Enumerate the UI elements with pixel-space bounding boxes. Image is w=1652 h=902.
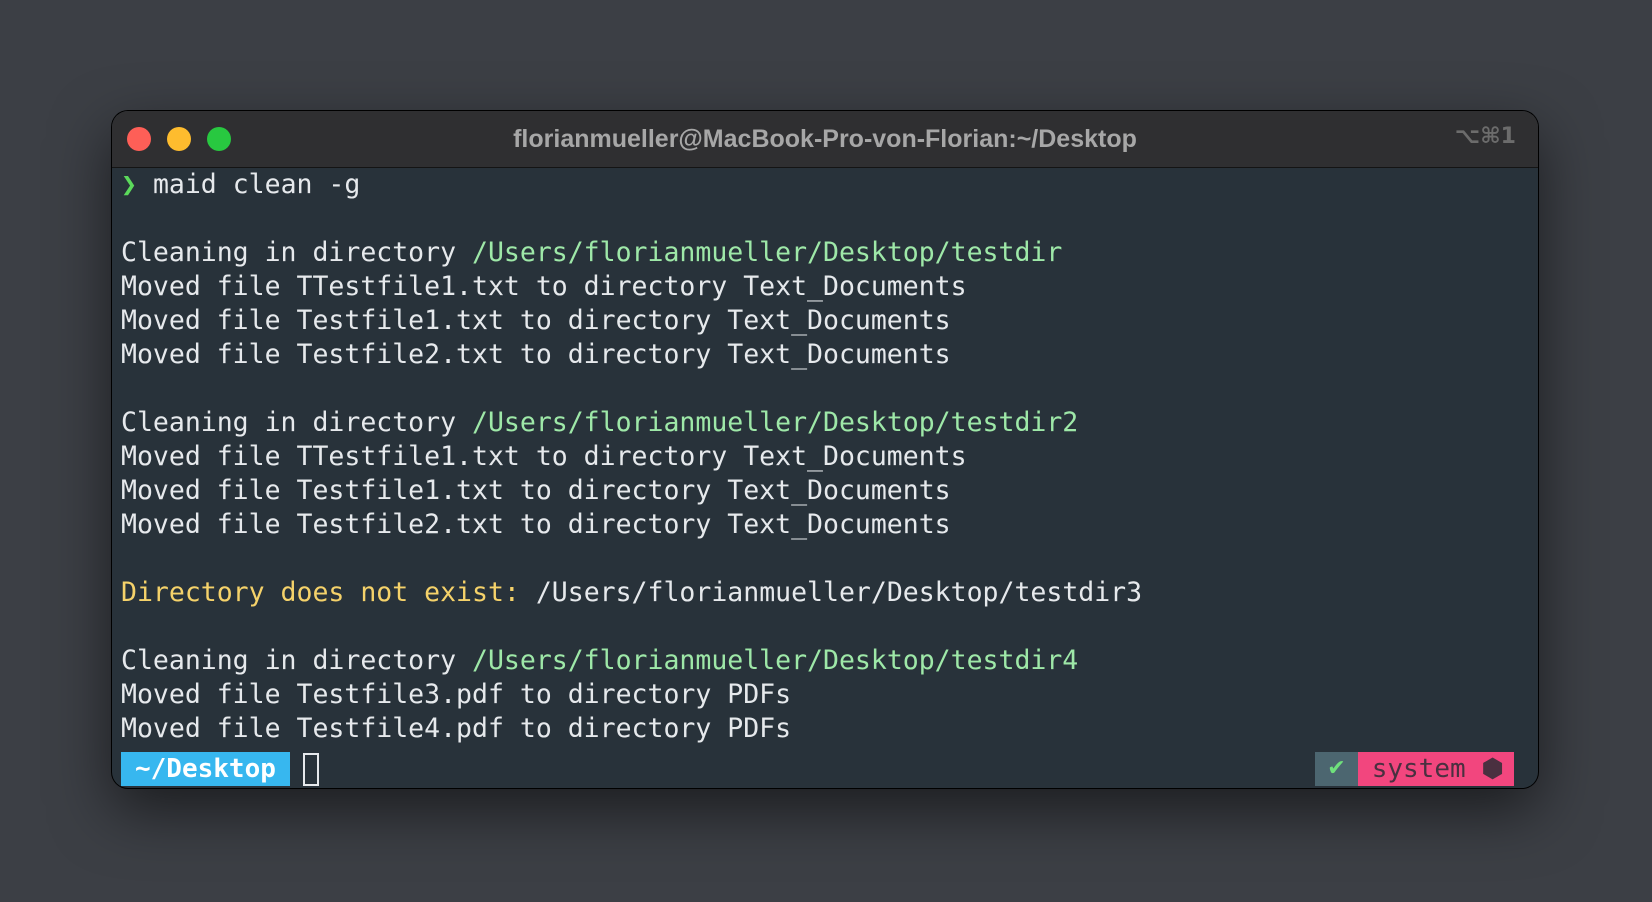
success-check-icon: ✔ [1315, 752, 1358, 786]
command-line: ❯ maid clean -g [121, 168, 1538, 202]
output-line: Cleaning in directory /Users/florianmuel… [121, 236, 1538, 270]
prompt-arrow-icon: ❯ [121, 169, 137, 200]
warning-text: Directory does not exist: [121, 577, 536, 608]
output-text: Cleaning in directory [121, 407, 472, 438]
output-line: Moved file Testfile1.txt to directory Te… [121, 475, 951, 506]
directory-path: /Users/florianmueller/Desktop/testdir [472, 237, 1063, 268]
status-segments: ✔ system ⬢ [1315, 752, 1514, 786]
output-text: Cleaning in directory [121, 645, 472, 676]
output-line: Cleaning in directory /Users/florianmuel… [121, 406, 1538, 440]
window-shortcut-label: ⌥⌘1 [1454, 124, 1516, 149]
current-directory-segment: ~/Desktop [121, 752, 290, 786]
window-title: florianmueller@MacBook-Pro-von-Florian:~… [513, 125, 1137, 153]
text-cursor[interactable] [303, 753, 319, 786]
output-line: Moved file TTestfile1.txt to directory T… [121, 271, 967, 302]
output-line: Moved file Testfile4.pdf to directory PD… [121, 713, 792, 744]
prompt-statusline: ~/Desktop ✔ system ⬢ [121, 752, 1514, 786]
output-line: Moved file Testfile3.pdf to directory PD… [121, 679, 792, 710]
directory-path: /Users/florianmueller/Desktop/testdir4 [472, 645, 1079, 676]
terminal-window[interactable]: florianmueller@MacBook-Pro-von-Florian:~… [112, 111, 1538, 788]
missing-directory-path: /Users/florianmueller/Desktop/testdir3 [535, 577, 1143, 608]
output-line: Moved file Testfile2.txt to directory Te… [121, 509, 951, 540]
output-text: Cleaning in directory [121, 237, 472, 268]
command-text: maid clean -g [152, 169, 361, 200]
terminal-output[interactable]: ❯ maid clean -g Cleaning in directory /U… [121, 168, 1538, 746]
output-line: Moved file TTestfile1.txt to directory T… [121, 441, 967, 472]
environment-label: system [1371, 754, 1466, 784]
node-hexagon-icon: ⬢ [1481, 754, 1504, 784]
title-bar: florianmueller@MacBook-Pro-von-Florian:~… [112, 111, 1538, 168]
output-line: Cleaning in directory /Users/florianmuel… [121, 644, 1538, 678]
output-line: Moved file Testfile1.txt to directory Te… [121, 305, 951, 336]
directory-path: /Users/florianmueller/Desktop/testdir2 [472, 407, 1079, 438]
environment-segment: system ⬢ [1357, 752, 1514, 786]
output-line: Moved file Testfile2.txt to directory Te… [121, 339, 951, 370]
warning-line: Directory does not exist: /Users/florian… [121, 576, 1538, 610]
